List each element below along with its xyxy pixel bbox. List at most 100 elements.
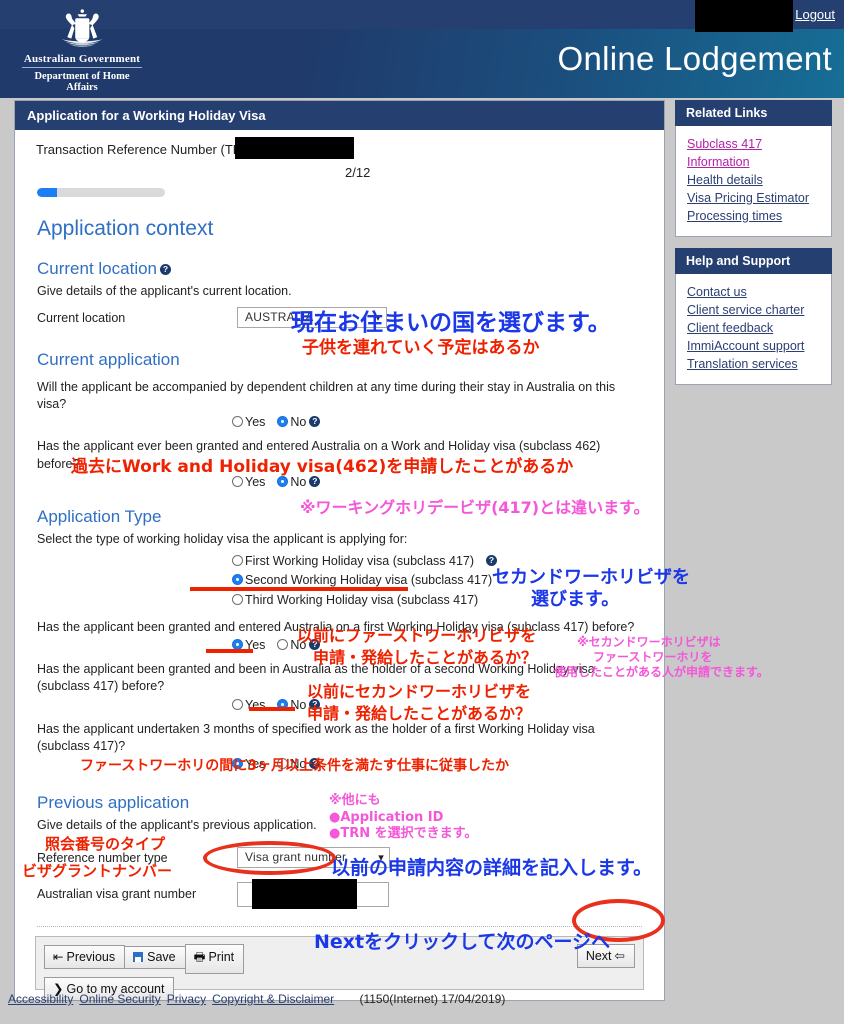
link-translation-services[interactable]: Translation services <box>687 356 820 373</box>
link-contact-us[interactable]: Contact us <box>687 284 820 301</box>
visa-grant-number-row: Australian visa grant number <box>37 879 652 912</box>
radio-third-whv[interactable] <box>232 593 243 605</box>
link-visa-pricing-estimator[interactable]: Visa Pricing Estimator <box>687 190 820 207</box>
current-location-select[interactable]: AUSTRALIA ▾ <box>237 306 387 328</box>
radio-group-work-and-holiday-462: Yes No? <box>27 475 652 489</box>
application-type-prompt: Select the type of working holiday visa … <box>37 531 408 546</box>
next-button-label: Next <box>585 949 612 963</box>
help-icon[interactable]: ? <box>309 475 321 487</box>
radio-no[interactable] <box>277 475 289 487</box>
current-location-value: AUSTRALIA <box>245 309 314 324</box>
help-icon[interactable]: ? <box>309 698 321 710</box>
divider <box>37 926 642 927</box>
footer-link-accessibility[interactable]: Accessibility <box>8 992 73 1006</box>
related-links-list: Subclass 417 Information Health details … <box>675 126 832 238</box>
question-first-whv-granted: Has the applicant been granted and enter… <box>37 619 635 634</box>
footer-link-copyright-disclaimer[interactable]: Copyright & Disclaimer <box>212 992 334 1006</box>
radio-no-label: No <box>290 757 307 772</box>
link-client-feedback[interactable]: Client feedback <box>687 320 820 337</box>
link-client-service-charter[interactable]: Client service charter <box>687 302 820 319</box>
option-label: Third Working Holiday visa (subclass 417… <box>245 592 479 607</box>
question-work-and-holiday-462: Has the applicant ever been granted and … <box>37 439 601 471</box>
subsection-application-type: Application Type <box>37 506 162 526</box>
save-button[interactable]: Save <box>124 946 186 969</box>
radio-second-whv[interactable] <box>232 574 243 586</box>
crest-line-2: Department of Home Affairs <box>34 71 130 93</box>
visa-grant-number-redaction-box <box>252 879 357 909</box>
printer-icon: 🖶 <box>193 950 206 964</box>
chevron-down-icon: ▾ <box>375 311 381 324</box>
radio-group-first-whv-granted: Yes No? <box>27 638 652 652</box>
option-label: Second Working Holiday visa (subclass 41… <box>245 573 493 588</box>
next-button[interactable]: Next ⇦ <box>576 944 635 968</box>
australian-government-crest: Australian Government Department of Home… <box>22 8 142 93</box>
radio-yes-label: Yes <box>245 757 266 772</box>
radio-group-second-whv-granted: Yes No? <box>27 698 652 712</box>
arrow-left-icon: ⇤ <box>53 950 64 964</box>
print-button[interactable]: 🖶 Print <box>184 944 245 974</box>
radio-no-label: No <box>290 415 307 430</box>
radio-no[interactable] <box>277 698 289 710</box>
help-icon[interactable]: ? <box>309 416 321 428</box>
page-counter: 2/12 <box>345 165 371 180</box>
form-button-bar: ⇤ Previous Save 🖶 Print ❯ Go to my account Ne… <box>35 936 644 1001</box>
link-information[interactable]: Information <box>687 154 820 171</box>
help-icon[interactable]: ? <box>309 758 321 770</box>
previous-button[interactable]: ⇤ Previous <box>44 945 126 969</box>
help-icon[interactable]: ? <box>309 639 321 651</box>
radio-yes[interactable] <box>232 698 243 710</box>
radio-yes[interactable] <box>232 639 243 651</box>
option-label: First Working Holiday visa (subclass 417… <box>245 553 475 568</box>
reference-number-type-select[interactable]: Visa grant number ▾ <box>237 847 390 868</box>
radio-yes[interactable] <box>232 758 243 770</box>
help-and-support-panel: Help and Support Contact us Client servi… <box>675 248 832 386</box>
floppy-disk-icon <box>133 952 144 962</box>
radio-yes[interactable] <box>232 416 243 428</box>
radio-group-dependent-children: Yes No? <box>27 415 652 429</box>
trn-row: Transaction Reference Number (TRN): <box>27 137 652 162</box>
logout-link[interactable]: Logout <box>795 7 835 22</box>
radio-yes-label: Yes <box>245 415 266 430</box>
radio-yes-label: Yes <box>245 638 266 653</box>
print-button-label: Print <box>208 950 235 964</box>
radio-yes-label: Yes <box>245 474 266 489</box>
link-immiaccount-support[interactable]: ImmiAccount support <box>687 338 820 355</box>
application-form-panel: Application for a Working Holiday Visa T… <box>14 100 665 1001</box>
radio-yes-label: Yes <box>245 697 266 712</box>
section-application-context: Application context <box>37 217 214 240</box>
subsection-current-location: Current location? <box>37 259 652 279</box>
reference-number-type-label: Reference number type <box>37 851 168 865</box>
option-first-whv[interactable]: First Working Holiday visa (subclass 417… <box>232 552 652 571</box>
footer-link-privacy[interactable]: Privacy <box>167 992 206 1006</box>
radio-no[interactable] <box>277 758 289 770</box>
page-footer: Accessibility Online Security Privacy Copyr… <box>0 992 844 1006</box>
option-third-whv[interactable]: Third Working Holiday visa (subclass 417… <box>232 591 652 610</box>
radio-no[interactable] <box>277 416 289 428</box>
radio-no[interactable] <box>277 639 289 651</box>
radio-no-label: No <box>290 638 307 653</box>
footer-version: (1150(Internet) 17/04/2019) <box>359 992 506 1006</box>
question-second-whv-granted: Has the applicant been granted and been … <box>37 662 595 694</box>
previous-application-description: Give details of the applicant's previous… <box>37 818 317 833</box>
related-links-panel: Related Links Subclass 417 Information H… <box>675 100 832 238</box>
link-processing-times[interactable]: Processing times <box>687 208 820 225</box>
question-dependent-children: Will the applicant be accompanied by dep… <box>37 379 616 412</box>
progress-bar-fill <box>37 188 57 197</box>
help-icon[interactable]: ? <box>160 264 172 275</box>
current-location-description: Give details of the applicant's current … <box>37 284 292 298</box>
footer-link-online-security[interactable]: Online Security <box>79 992 160 1006</box>
link-subclass-417[interactable]: Subclass 417 <box>687 136 820 153</box>
help-icon[interactable]: ? <box>486 554 498 566</box>
link-health-details[interactable]: Health details <box>687 172 820 189</box>
radio-yes[interactable] <box>232 475 243 487</box>
trn-label: Transaction Reference Number (TRN): <box>36 142 260 157</box>
reference-number-type-value: Visa grant number <box>245 850 347 864</box>
option-second-whv[interactable]: Second Working Holiday visa (subclass 41… <box>232 571 652 590</box>
visa-grant-number-input[interactable] <box>237 879 389 909</box>
trn-redaction-box <box>235 137 354 159</box>
radio-first-whv[interactable] <box>232 554 243 566</box>
crest-line-1: Australian Government <box>22 52 142 68</box>
chevron-down-icon: ▾ <box>378 852 384 864</box>
subsection-current-application: Current application <box>37 349 180 369</box>
form-body: Transaction Reference Number (TRN): 2/12… <box>15 130 664 1001</box>
